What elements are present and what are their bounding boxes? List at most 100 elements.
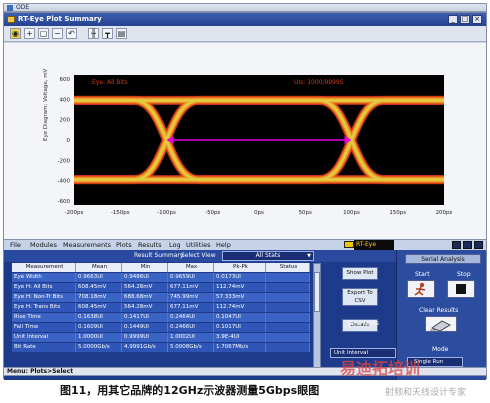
table-cell xyxy=(266,303,310,312)
table-cell: 0.9663UI xyxy=(76,273,122,282)
table-cell: 0.0173UI xyxy=(214,273,266,282)
table-cell: Eye H: Trans Bits xyxy=(12,303,76,312)
table-scrollbar[interactable] xyxy=(313,263,321,376)
clear-results-button[interactable] xyxy=(425,316,457,332)
maximize-button[interactable]: □ xyxy=(460,15,470,24)
table-cell xyxy=(266,283,310,292)
cursor-icon[interactable]: ╫ xyxy=(88,28,99,39)
start-label: Start xyxy=(415,271,430,278)
menu-modules[interactable]: Modules xyxy=(30,241,57,250)
stop-icon xyxy=(456,284,466,294)
menu-results[interactable]: Results xyxy=(138,241,161,250)
table-row[interactable]: Bit Rate 5.0000Gb/s 4.9991Gb/s 5.0008Gb/s 1.… xyxy=(12,343,312,352)
table-cell: 1.7067Mb/s xyxy=(214,343,266,352)
menu-help[interactable]: Help xyxy=(216,241,231,250)
y-tick-label: 600 xyxy=(60,77,71,83)
table-cell: Eye Width xyxy=(12,273,76,282)
x-tick-label: -150ps xyxy=(111,210,130,216)
table-cell: 0.1017UI xyxy=(214,323,266,332)
eye-icon[interactable]: ◉ xyxy=(10,28,21,39)
table-cell: 0.1609UI xyxy=(76,323,122,332)
panel-icon[interactable] xyxy=(452,241,461,249)
table-row[interactable]: Eye H: All Bits 608.45mV 564.28mV 677.11mV 1… xyxy=(12,283,312,292)
close-panel-icon[interactable] xyxy=(474,241,483,249)
eraser-icon xyxy=(430,320,451,332)
y-tick-label: -400 xyxy=(58,179,71,185)
x-tick-label: 50ps xyxy=(299,210,312,216)
y-tick-label: -200 xyxy=(58,158,71,164)
stop-label: Stop xyxy=(457,271,471,278)
zoom-out-icon[interactable]: − xyxy=(52,28,63,39)
table-cell: 0.2466UI xyxy=(168,323,214,332)
column-header: Min xyxy=(122,263,168,272)
marker-icon[interactable]: ┳ xyxy=(102,28,113,39)
column-header: Pk-Pk xyxy=(214,263,266,272)
mode-label: Mode xyxy=(432,346,449,353)
table-row[interactable]: Eye Width 0.9663UI 0.9486UI 0.9659UI 0.0173U… xyxy=(12,273,312,282)
table-cell: 564.28mV xyxy=(122,303,168,312)
menu-log[interactable]: Log xyxy=(169,241,181,250)
menu-plots[interactable]: Plots xyxy=(116,241,132,250)
rt-eye-brand: RT-Eye xyxy=(354,240,394,250)
table-cell: 677.11mV xyxy=(168,283,214,292)
table-row[interactable]: Fall Time 0.1609UI 0.1449UI 0.2466UI 0.1017U… xyxy=(12,323,312,332)
chevron-down-icon: ▼ xyxy=(307,253,311,259)
table-row[interactable]: Unit Interval 1.0000UI 0.9999UI 1.0002UI 3.9… xyxy=(12,333,312,342)
plot-legend-right: UIs: 1000/99995 xyxy=(294,79,344,86)
minimize-button[interactable]: _ xyxy=(448,15,458,24)
table-row[interactable]: Eye H: Trans Bits 608.45mV 564.28mV 677.11m… xyxy=(12,303,312,312)
table-cell: Unit Interval xyxy=(12,333,76,342)
restore-icon[interactable] xyxy=(463,241,472,249)
os-window-title: ODE xyxy=(16,4,30,11)
y-tick-label: 200 xyxy=(60,118,71,124)
show-plot-button[interactable]: Show Plot xyxy=(342,267,378,280)
eye-diagram-plot[interactable]: Eye: All Bits UIs: 1000/99995 600 400 200 0 -2… xyxy=(58,75,453,216)
menu-utilities[interactable]: Utilities xyxy=(186,241,210,250)
table-cell: 112.74mV xyxy=(214,303,266,312)
table-header-row: Measurement Mean Min Max Pk-Pk Status xyxy=(12,263,312,272)
time-units-label: Time Units xyxy=(347,320,379,327)
clear-results-label: Clear Results xyxy=(419,307,459,314)
menu-file[interactable]: File xyxy=(10,241,21,250)
table-row[interactable]: Eye H: Non-Tr Bits 708.18mV 688.68mV 745.99… xyxy=(12,293,312,302)
table-cell xyxy=(266,333,310,342)
y-tick-label: 400 xyxy=(60,97,71,103)
select-view-dropdown[interactable]: All Stats ▼ xyxy=(222,251,314,261)
table-cell: 4.9991Gb/s xyxy=(122,343,168,352)
table-cell: Eye H: Non-Tr Bits xyxy=(12,293,76,302)
table-row[interactable]: Rise Time 0.1638UI 0.1417UI 0.2464UI 0.1047U… xyxy=(12,313,312,322)
start-button[interactable] xyxy=(407,280,435,298)
os-app-icon xyxy=(7,5,13,11)
table-cell: 608.45mV xyxy=(76,283,122,292)
rt-eye-logo-icon xyxy=(344,241,354,248)
watermark-brand: 易迪拓培训 xyxy=(340,359,421,378)
status-text: Menu: Plots>Select xyxy=(7,368,74,375)
runner-icon xyxy=(414,282,426,296)
table-cell: 0.9999UI xyxy=(122,333,168,342)
table-cell: 0.1417UI xyxy=(122,313,168,322)
table-cell: 3.9E-4UI xyxy=(214,333,266,342)
y-axis-label: Eye Diagram: Voltage, mV xyxy=(43,68,49,141)
close-button[interactable]: × xyxy=(472,15,482,24)
x-tick-label: 200ps xyxy=(436,210,453,216)
stop-button[interactable] xyxy=(447,280,475,298)
menu-bar: File Modules Measurements Plots Results … xyxy=(4,239,486,250)
x-tick-label: -100ps xyxy=(157,210,176,216)
table-cell: 0.1638UI xyxy=(76,313,122,322)
screen: ODE RT-Eye Plot Summary _ □ × ◉ + ▢ − ↶ … xyxy=(0,0,490,403)
plot-area: Eye Diagram: Voltage, mV Eye: All Bits UI… xyxy=(4,43,486,239)
scrollbar-thumb[interactable] xyxy=(314,272,320,312)
export-csv-button[interactable]: Export To CSV xyxy=(342,288,378,306)
save-icon[interactable]: ▤ xyxy=(116,28,127,39)
table-cell xyxy=(266,293,310,302)
menu-measurements[interactable]: Measurements xyxy=(63,241,111,250)
app-title-bar: RT-Eye Plot Summary _ □ × xyxy=(4,13,486,26)
column-header: Mean xyxy=(76,263,122,272)
plot-legend-left: Eye: All Bits xyxy=(92,79,128,86)
table-cell: 5.0008Gb/s xyxy=(168,343,214,352)
undo-zoom-icon[interactable]: ↶ xyxy=(66,28,77,39)
table-cell: 0.9486UI xyxy=(122,273,168,282)
results-panel: Result Summary Select View All Stats ▼ M… xyxy=(4,250,396,380)
table-cell: 1.0002UI xyxy=(168,333,214,342)
table-cell: Bit Rate xyxy=(12,343,76,352)
